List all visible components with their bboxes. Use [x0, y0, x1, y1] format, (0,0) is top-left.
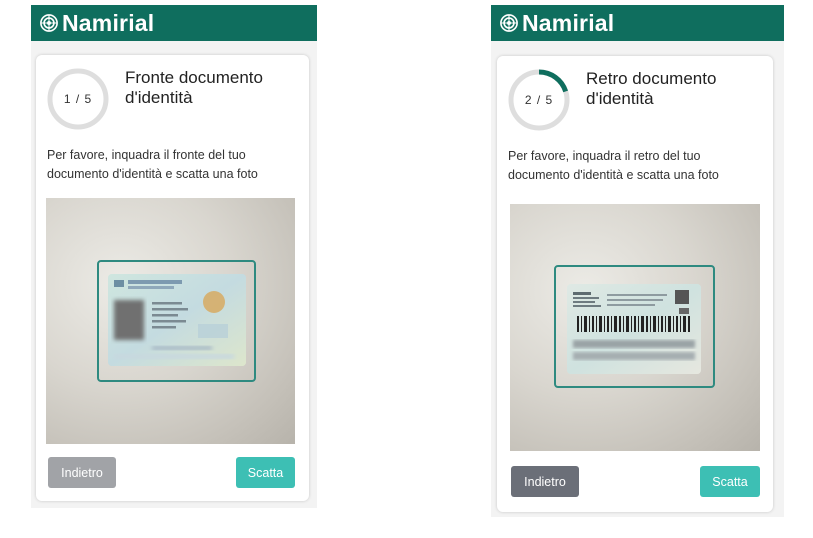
app-header: Namirial [491, 5, 784, 41]
step-title: Retro documento d'identità [586, 69, 717, 108]
namirial-logo-icon [40, 14, 58, 32]
step-progress: 1 / 5 [46, 67, 110, 131]
back-button[interactable]: Indietro [48, 457, 116, 488]
step-title: Fronte documento d'identità [125, 68, 263, 107]
capture-card: 2 / 5 Retro documento d'identità Per fav… [497, 56, 773, 512]
step-progress: 2 / 5 [507, 68, 571, 132]
id-card-back-image [567, 284, 701, 374]
phone-screen-front: Namirial 1 / 5 Fronte documento d'identi… [31, 5, 317, 508]
capture-card: 1 / 5 Fronte documento d'identità Per fa… [36, 55, 309, 501]
capture-button[interactable]: Scatta [236, 457, 295, 488]
step-description: Per favore, inquadra il retro del tuo do… [508, 149, 719, 182]
brand-name: Namirial [522, 9, 615, 36]
step-counter: 1 / 5 [63, 92, 93, 106]
back-button[interactable]: Indietro [511, 466, 579, 497]
id-card-front-image [108, 274, 246, 366]
app-header: Namirial [31, 5, 317, 41]
step-description: Per favore, inquadra il fronte del tuo d… [47, 148, 258, 181]
brand-name: Namirial [62, 9, 155, 36]
capture-button[interactable]: Scatta [700, 466, 760, 497]
step-counter: 2 / 5 [524, 93, 554, 107]
camera-preview [46, 198, 295, 444]
phone-screen-back: Namirial 2 / 5 Retro documento d'identit… [491, 5, 784, 517]
namirial-logo-icon [500, 14, 518, 32]
camera-preview [510, 204, 760, 451]
